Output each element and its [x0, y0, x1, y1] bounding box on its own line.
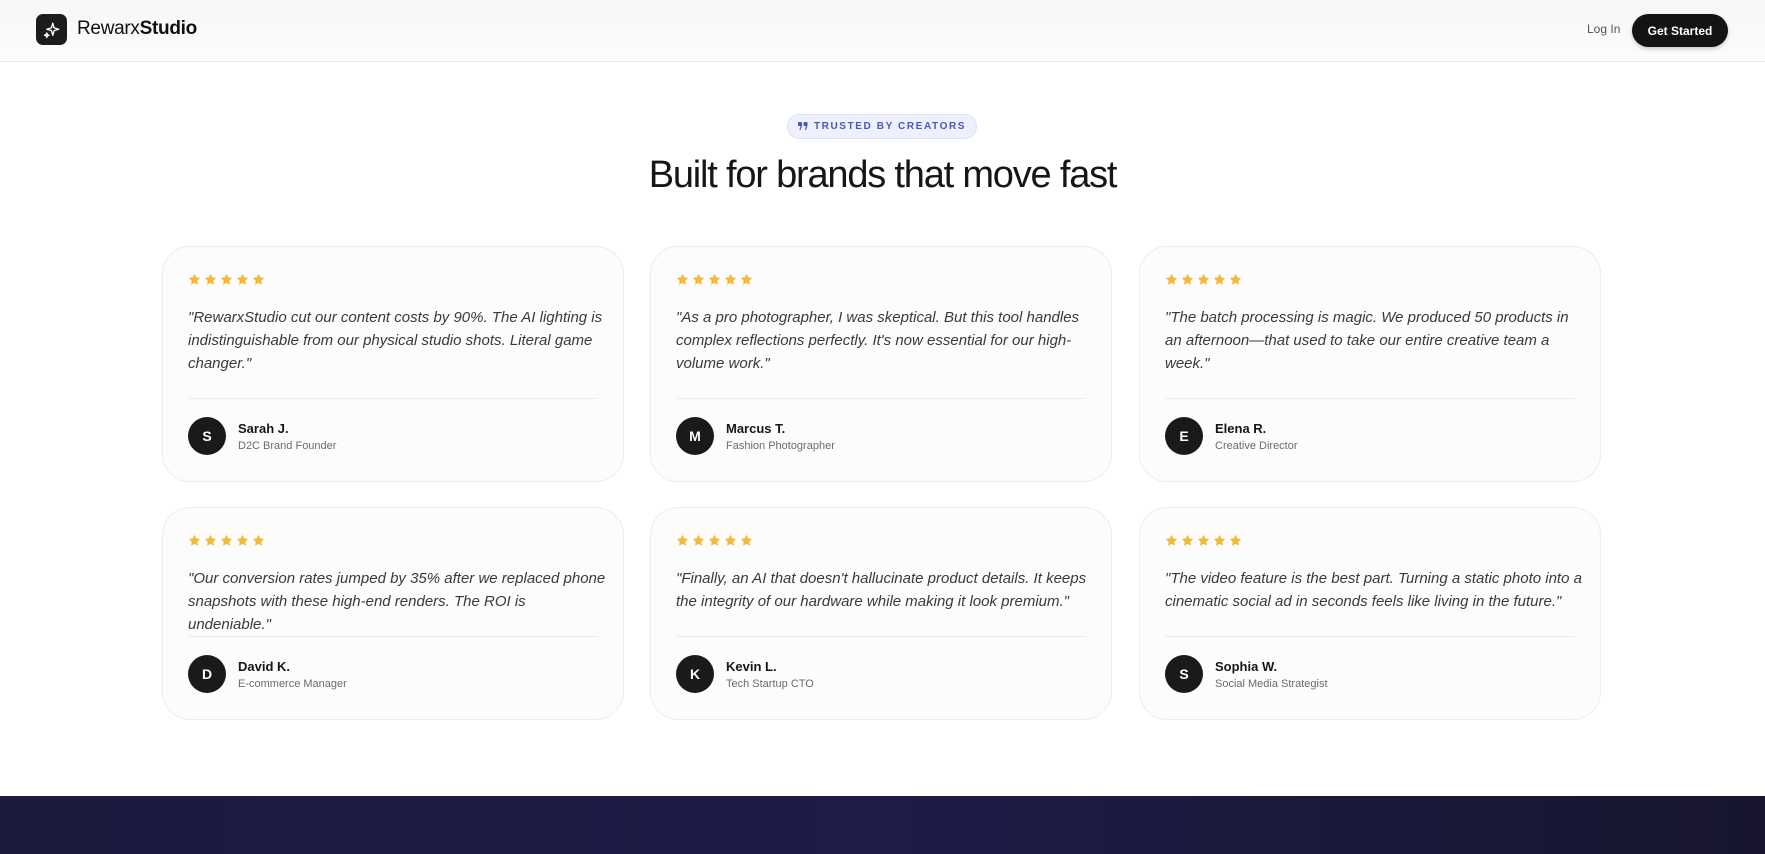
- next-section-band: [0, 796, 1765, 854]
- testimonial-quote: "Finally, an AI that doesn't hallucinate…: [676, 570, 1087, 610]
- star-icon: [1213, 534, 1226, 546]
- star-icon: [724, 534, 737, 546]
- testimonial-card: "The batch processing is magic. We produ…: [1139, 246, 1601, 482]
- star-icon: [188, 534, 201, 546]
- author-name: Sophia W.: [1215, 659, 1278, 674]
- trusted-badge: TRUSTED BY CREATORS: [787, 114, 977, 139]
- logo-mark[interactable]: [36, 14, 67, 45]
- star-icon: [252, 534, 265, 546]
- author-role: E-commerce Manager: [238, 678, 347, 690]
- star-rating: [1165, 534, 1242, 547]
- card-divider: [1165, 636, 1575, 637]
- star-icon: [1229, 534, 1242, 546]
- author-role: D2C Brand Founder: [238, 440, 337, 452]
- star-icon: [236, 273, 249, 285]
- brand-name[interactable]: RewarxStudio: [77, 18, 197, 40]
- star-icon: [188, 273, 201, 285]
- brand-name-bold: Studio: [139, 18, 198, 39]
- avatar: M: [676, 417, 714, 455]
- star-icon: [1229, 273, 1242, 285]
- testimonial-quote: "RewarxStudio cut our content costs by 9…: [188, 309, 603, 372]
- author-name: Elena R.: [1215, 421, 1267, 436]
- star-icon: [252, 273, 265, 285]
- testimonial-card: "As a pro photographer, I was skeptical.…: [650, 246, 1112, 482]
- avatar: D: [188, 655, 226, 693]
- login-link[interactable]: Log In: [1587, 22, 1620, 36]
- quote-icon: [797, 122, 808, 130]
- avatar: S: [188, 417, 226, 455]
- author-role: Creative Director: [1215, 440, 1298, 452]
- author-role: Tech Startup CTO: [726, 678, 814, 690]
- card-divider: [676, 636, 1086, 637]
- star-icon: [676, 534, 689, 546]
- testimonial-quote: "Our conversion rates jumped by 35% afte…: [188, 570, 606, 633]
- author-name: Sarah J.: [238, 421, 289, 436]
- testimonial-card: "The video feature is the best part. Tur…: [1139, 507, 1601, 720]
- card-divider: [1165, 398, 1575, 399]
- testimonial-quote: "As a pro photographer, I was skeptical.…: [676, 309, 1080, 372]
- site-header: RewarxStudio Log In Get Started: [0, 0, 1765, 62]
- star-rating: [676, 273, 753, 286]
- card-divider: [188, 636, 598, 637]
- avatar: K: [676, 655, 714, 693]
- star-icon: [1197, 534, 1210, 546]
- star-icon: [1165, 273, 1178, 285]
- star-icon: [692, 273, 705, 285]
- star-rating: [676, 534, 753, 547]
- star-icon: [220, 273, 233, 285]
- star-icon: [740, 534, 753, 546]
- star-icon: [1213, 273, 1226, 285]
- get-started-button[interactable]: Get Started: [1632, 14, 1728, 47]
- star-icon: [676, 273, 689, 285]
- section-title: Built for brands that move fast: [648, 154, 1118, 196]
- star-icon: [204, 534, 217, 546]
- star-icon: [724, 273, 737, 285]
- card-divider: [676, 398, 1086, 399]
- author-role: Social Media Strategist: [1215, 678, 1328, 690]
- testimonial-card: "Our conversion rates jumped by 35% afte…: [162, 507, 624, 720]
- star-icon: [740, 273, 753, 285]
- star-icon: [1181, 273, 1194, 285]
- star-icon: [220, 534, 233, 546]
- star-icon: [692, 534, 705, 546]
- star-icon: [1165, 534, 1178, 546]
- author-name: Kevin L.: [726, 659, 777, 674]
- author-name: David K.: [238, 659, 291, 674]
- card-divider: [188, 398, 598, 399]
- star-icon: [1181, 534, 1194, 546]
- star-icon: [1197, 273, 1210, 285]
- star-icon: [236, 534, 249, 546]
- star-icon: [708, 273, 721, 285]
- sparkle-icon: [43, 22, 59, 38]
- star-icon: [204, 273, 217, 285]
- star-icon: [708, 534, 721, 546]
- avatar: E: [1165, 417, 1203, 455]
- testimonial-card: "RewarxStudio cut our content costs by 9…: [162, 246, 624, 482]
- brand-name-regular: Rewarx: [77, 18, 140, 39]
- star-rating: [188, 534, 265, 547]
- star-rating: [188, 273, 265, 286]
- testimonial-quote: "The video feature is the best part. Tur…: [1165, 570, 1582, 610]
- badge-label: TRUSTED BY CREATORS: [813, 121, 967, 132]
- testimonial-quote: "The batch processing is magic. We produ…: [1165, 309, 1569, 372]
- author-role: Fashion Photographer: [726, 440, 835, 452]
- author-name: Marcus T.: [726, 421, 786, 436]
- testimonial-card: "Finally, an AI that doesn't hallucinate…: [650, 507, 1112, 720]
- avatar: S: [1165, 655, 1203, 693]
- star-rating: [1165, 273, 1242, 286]
